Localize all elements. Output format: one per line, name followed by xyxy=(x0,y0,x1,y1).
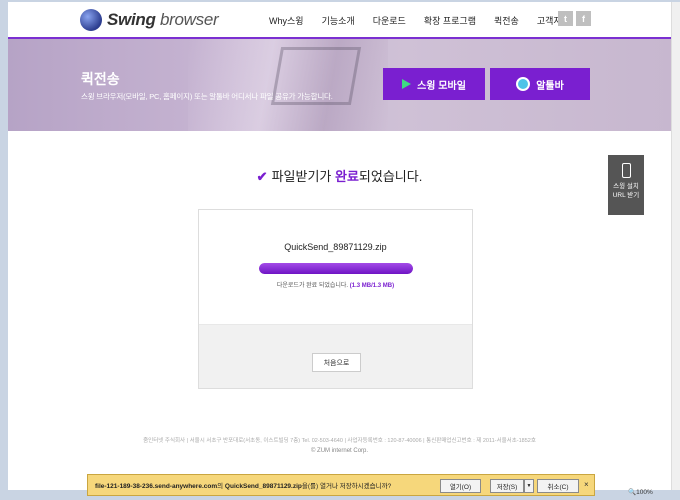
footer-copyright: © ZUM internet Corp. xyxy=(310,448,369,454)
browser-page: Swing browser Why스윙 기능소개 다운로드 확장 프로그램 퀵전… xyxy=(8,2,671,490)
google-play-icon xyxy=(402,79,412,89)
zoom-icon: 🔍 xyxy=(628,489,637,496)
nav-item-features[interactable]: 기능소개 xyxy=(313,14,364,27)
chevron-down-icon: ▼ xyxy=(526,483,532,489)
swing-mobile-label: 스윙 모바일 xyxy=(417,80,466,92)
download-card-top: QuickSend_89871129.zip 다운로드가 완료 되었습니다. (… xyxy=(199,210,472,325)
download-card: QuickSend_89871129.zip 다운로드가 완료 되었습니다. (… xyxy=(198,209,473,389)
save-button[interactable]: 저장(S) xyxy=(490,479,524,493)
download-notification-bar: file-121-189-38-236.send-anywhere.com의 Q… xyxy=(87,474,595,496)
open-button[interactable]: 열기(O) xyxy=(440,479,481,493)
swing-logo-icon xyxy=(80,9,102,31)
altoolbar-button[interactable]: 알툴바 xyxy=(490,68,590,100)
progress-fill xyxy=(259,263,413,274)
altoolbar-label: 알툴바 xyxy=(536,80,564,92)
logo-text: Swing browser xyxy=(107,10,219,29)
footer-company-info: 줌인터넷 주식회사 | 서울시 서초구 반포대로(서초동, 이스트빌딩 7층) … xyxy=(143,438,536,444)
cancel-button[interactable]: 취소(C) xyxy=(537,479,579,493)
save-options-dropdown[interactable]: ▼ xyxy=(524,479,534,493)
download-status: 다운로드가 완료 되었습니다. (1.3 MB/1.3 MB) xyxy=(276,283,395,289)
main-nav: Why스윙 기능소개 다운로드 확장 프로그램 퀵전송 고객지원 xyxy=(260,14,579,27)
nav-item-download[interactable]: 다운로드 xyxy=(364,14,415,27)
install-url-tab[interactable]: 스윙 설치 URL 받기 xyxy=(608,155,644,215)
vertical-scrollbar[interactable] xyxy=(671,2,680,490)
download-complete-heading: ✔ 파일받기가 완료되었습니다. xyxy=(256,169,423,184)
close-icon[interactable]: × xyxy=(584,480,589,489)
twitter-icon[interactable]: t xyxy=(558,11,573,26)
social-links: t f xyxy=(558,11,591,26)
nav-item-extensions[interactable]: 확장 프로그램 xyxy=(415,14,485,27)
nav-item-quicksend[interactable]: 퀵전송 xyxy=(485,14,528,27)
progress-bar xyxy=(259,263,413,274)
page-subtitle: 스윙 브라우저(모바일, PC, 홈페이지) 또는 알툴바 어디서나 파일 공유… xyxy=(81,92,333,101)
facebook-icon[interactable]: f xyxy=(576,11,591,26)
nav-item-why[interactable]: Why스윙 xyxy=(260,14,313,27)
download-prompt-text: file-121-189-38-236.send-anywhere.com의 Q… xyxy=(95,483,392,490)
page-title: 퀵전송 xyxy=(81,71,120,87)
zoom-level[interactable]: 🔍100% xyxy=(628,488,653,496)
swing-mobile-button[interactable]: 스윙 모바일 xyxy=(383,68,485,100)
site-header: Swing browser Why스윙 기능소개 다운로드 확장 프로그램 퀵전… xyxy=(8,2,671,39)
check-icon: ✔ xyxy=(256,169,268,184)
hero-banner: 퀵전송 스윙 브라우저(모바일, PC, 홈페이지) 또는 알툴바 어디서나 파… xyxy=(8,39,671,131)
restart-button[interactable]: 처음으로 xyxy=(312,353,361,372)
file-name: QuickSend_89871129.zip xyxy=(284,242,387,252)
download-card-bottom: 처음으로 xyxy=(199,325,472,388)
altoolbar-icon xyxy=(516,77,531,91)
install-url-line2: URL 받기 xyxy=(612,192,640,199)
swing-logo[interactable]: Swing browser xyxy=(80,9,219,31)
